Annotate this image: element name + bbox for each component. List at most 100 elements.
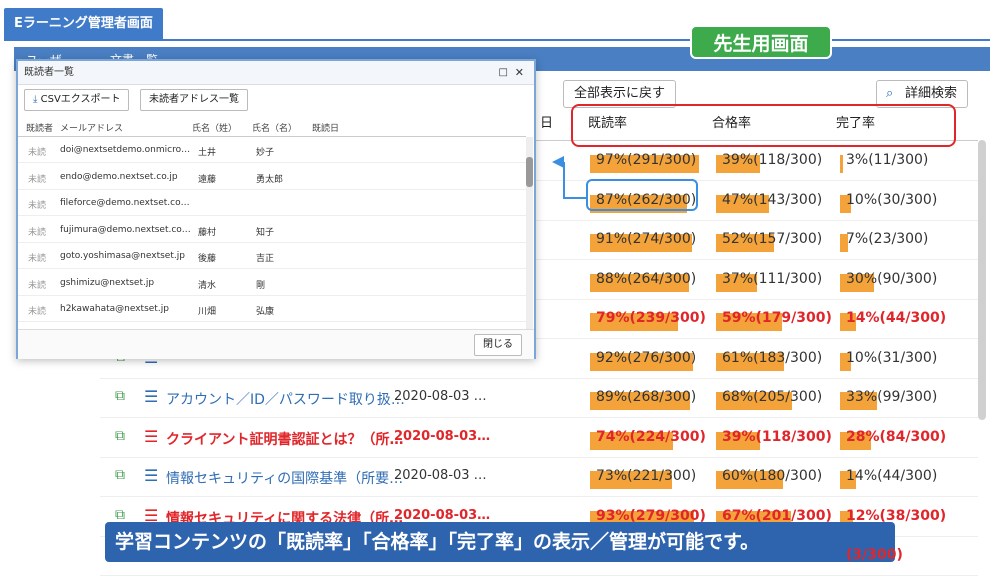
edit-icon[interactable]: ⧉ bbox=[115, 388, 125, 404]
reader-status: 未読 bbox=[28, 174, 47, 185]
rate-value: 52%(157/300) bbox=[722, 231, 823, 247]
dialog-title-bar: 既読者一覧 □ ✕ bbox=[18, 61, 534, 85]
reader-last-name: 藤村 bbox=[198, 227, 217, 238]
rate-value: 92%(276/300) bbox=[596, 349, 697, 366]
reader-email: fujimura@demo.nextset.co… bbox=[60, 224, 191, 235]
table-row[interactable]: ⧉ ☰ 情報セキュリティの国際基準（所要… 2020-08-03 … 73%(221/3… bbox=[100, 457, 978, 497]
csv-export-label: CSVエクスポート bbox=[40, 94, 121, 105]
table-row[interactable]: ⧉ ☰ アカウント／ID／パスワード取り扱… 2020-08-03 … 89%(268/… bbox=[100, 378, 978, 418]
rate-value: 7%(23/300) bbox=[846, 231, 929, 247]
reader-first-name: 吉正 bbox=[256, 254, 275, 264]
complete-rate-cell[interactable]: 14%(44/300) bbox=[840, 310, 946, 331]
document-date: 2020-08-03… bbox=[394, 428, 491, 444]
reader-status: 未読 bbox=[28, 201, 47, 211]
edit-icon[interactable]: ⧉ bbox=[115, 507, 125, 523]
rate-value: 37%(111/300) bbox=[722, 270, 823, 287]
hdr-status: 既読者 bbox=[26, 124, 54, 134]
rate-value: 33%(99/300) bbox=[846, 389, 938, 405]
read-rate-cell[interactable]: 88%(264/300) bbox=[590, 270, 697, 292]
rate-value: 79%(239/300) bbox=[596, 310, 706, 326]
rate-value: 12%(38/300) bbox=[846, 507, 947, 524]
rate-bar bbox=[840, 155, 843, 173]
read-rate-cell[interactable]: 74%(224/300) bbox=[590, 429, 706, 450]
complete-rate-cell[interactable]: 3%(11/300) bbox=[840, 152, 928, 173]
col-date[interactable]: 日 bbox=[540, 112, 553, 138]
complete-rate-cell[interactable]: 33%(99/300) bbox=[840, 389, 938, 410]
pass-rate-cell[interactable]: 39%(118/300) bbox=[716, 428, 832, 450]
read-rate-cell[interactable]: 91%(274/300) bbox=[590, 231, 697, 252]
read-rate-cell[interactable]: 73%(221/300) bbox=[590, 468, 697, 489]
edit-icon[interactable]: ⧉ bbox=[115, 428, 125, 444]
rate-value: 73%(221/300) bbox=[596, 468, 697, 484]
read-rate-cell[interactable]: 79%(239/300) bbox=[590, 310, 706, 331]
rate-value: 89%(268/300) bbox=[596, 389, 697, 405]
complete-rate-cell[interactable]: 7%(23/300) bbox=[840, 231, 929, 252]
pass-rate-cell[interactable]: 52%(157/300) bbox=[716, 231, 823, 252]
list-icon[interactable]: ☰ bbox=[144, 466, 158, 485]
document-title[interactable]: クライアント証明書認証とは？（所… bbox=[166, 429, 403, 449]
reader-email: gshimizu@nextset.jp bbox=[60, 277, 155, 288]
read-rate-cell[interactable]: 89%(268/300) bbox=[590, 389, 697, 410]
reader-last-name: 土井 bbox=[198, 148, 217, 158]
reader-row[interactable]: 未読 goto.yoshimasa@nextset.jp 後藤 吉正 bbox=[18, 243, 526, 269]
reader-first-name: 妙子 bbox=[256, 148, 275, 158]
reader-email: doi@nextsetdemo.onmicro… bbox=[60, 145, 191, 155]
pass-rate-cell[interactable]: 39%(118/300) bbox=[716, 152, 823, 173]
rate-value: 39%(118/300) bbox=[722, 152, 823, 168]
scrollbar[interactable] bbox=[978, 140, 986, 420]
unread-address-button[interactable]: 未読者アドレス一覧 bbox=[140, 89, 248, 111]
reader-row[interactable]: 未読 fileforce@demo.nextset.co… bbox=[18, 190, 526, 216]
pass-rate-cell[interactable]: 47%(143/300) bbox=[716, 191, 823, 213]
reader-first-name: 勇太郎 bbox=[256, 174, 284, 185]
complete-rate-cell[interactable]: 10%(30/300) bbox=[840, 192, 937, 213]
reader-status: 未読 bbox=[28, 227, 47, 238]
maximize-icon[interactable]: □ bbox=[499, 61, 508, 85]
reader-row[interactable]: 未読 fujimura@demo.nextset.co… 藤村 知子 bbox=[18, 217, 526, 243]
close-button[interactable]: 閉じる bbox=[474, 334, 522, 356]
pass-rate-cell[interactable]: 68%(205/300) bbox=[716, 389, 823, 410]
hdr-last-name: 氏名（姓） bbox=[192, 124, 238, 134]
edit-icon[interactable]: ⧉ bbox=[115, 467, 125, 483]
pass-rate-cell[interactable]: 60%(180/300) bbox=[716, 468, 823, 489]
pass-rate-cell[interactable]: 61%(183/300) bbox=[716, 350, 822, 371]
reader-email: goto.yoshimasa@nextset.jp bbox=[60, 251, 185, 261]
dialog-title: 既読者一覧 bbox=[24, 67, 74, 78]
reader-row[interactable]: 未読 gshimizu@nextset.jp 清水 剛 bbox=[18, 270, 526, 296]
complete-rate-cell[interactable]: (3/300) bbox=[846, 547, 903, 567]
dialog-scrollbar[interactable] bbox=[526, 137, 533, 353]
hdr-first-name: 氏名（名） bbox=[252, 124, 298, 134]
reader-first-name: 剛 bbox=[256, 280, 266, 291]
pass-rate-cell[interactable]: 37%(111/300) bbox=[716, 270, 823, 292]
rate-value: 39%(118/300) bbox=[722, 428, 832, 445]
rate-value: 68%(205/300) bbox=[722, 389, 823, 405]
reader-row[interactable]: 未読 h2kawahata@nextset.jp 川畑 弘康 bbox=[18, 296, 526, 322]
rate-value: 10%(31/300) bbox=[846, 349, 938, 366]
close-icon[interactable]: ✕ bbox=[515, 61, 524, 85]
list-icon[interactable]: ☰ bbox=[144, 387, 158, 406]
document-title[interactable]: 情報セキュリティの国際基準（所要… bbox=[166, 468, 403, 488]
pass-rate-cell[interactable]: 59%(179/300) bbox=[716, 310, 832, 331]
app-tab[interactable]: Eラーニング管理者画面 bbox=[4, 8, 163, 40]
rate-value: 60%(180/300) bbox=[722, 468, 823, 484]
csv-export-button[interactable]: ⤓ CSVエクスポート bbox=[24, 89, 130, 111]
list-icon[interactable]: ☰ bbox=[144, 427, 158, 446]
table-row[interactable]: ⧉ ☰ クライアント証明書認証とは？（所… 2020-08-03… 74%(224/30… bbox=[100, 418, 978, 458]
rate-value: 14%(44/300) bbox=[846, 468, 938, 484]
read-rate-cell[interactable]: 92%(276/300) bbox=[590, 349, 697, 371]
dialog-footer: 閉じる bbox=[18, 329, 534, 359]
rate-value: 47%(143/300) bbox=[722, 191, 823, 208]
download-icon: ⤓ bbox=[33, 94, 41, 105]
reader-row[interactable]: 未読 endo@demo.nextset.co.jp 遠藤 勇太郎 bbox=[18, 164, 526, 190]
complete-rate-cell[interactable]: 30%(90/300) bbox=[840, 271, 937, 292]
rate-value: 88%(264/300) bbox=[596, 270, 697, 287]
rate-value: 87%(262/300) bbox=[596, 191, 697, 208]
complete-rate-cell[interactable]: 10%(31/300) bbox=[840, 349, 938, 371]
complete-rate-cell[interactable]: 28%(84/300) bbox=[840, 429, 946, 450]
reader-last-name: 川畑 bbox=[198, 307, 217, 317]
rate-value: 91%(274/300) bbox=[596, 231, 697, 247]
reader-first-name: 知子 bbox=[256, 227, 275, 238]
document-title[interactable]: アカウント／ID／パスワード取り扱… bbox=[166, 389, 405, 409]
read-rate-cell[interactable]: 97%(291/300) bbox=[590, 152, 699, 173]
complete-rate-cell[interactable]: 14%(44/300) bbox=[840, 468, 938, 489]
reader-row[interactable]: 未読 doi@nextsetdemo.onmicro… 土井 妙子 bbox=[18, 137, 526, 163]
